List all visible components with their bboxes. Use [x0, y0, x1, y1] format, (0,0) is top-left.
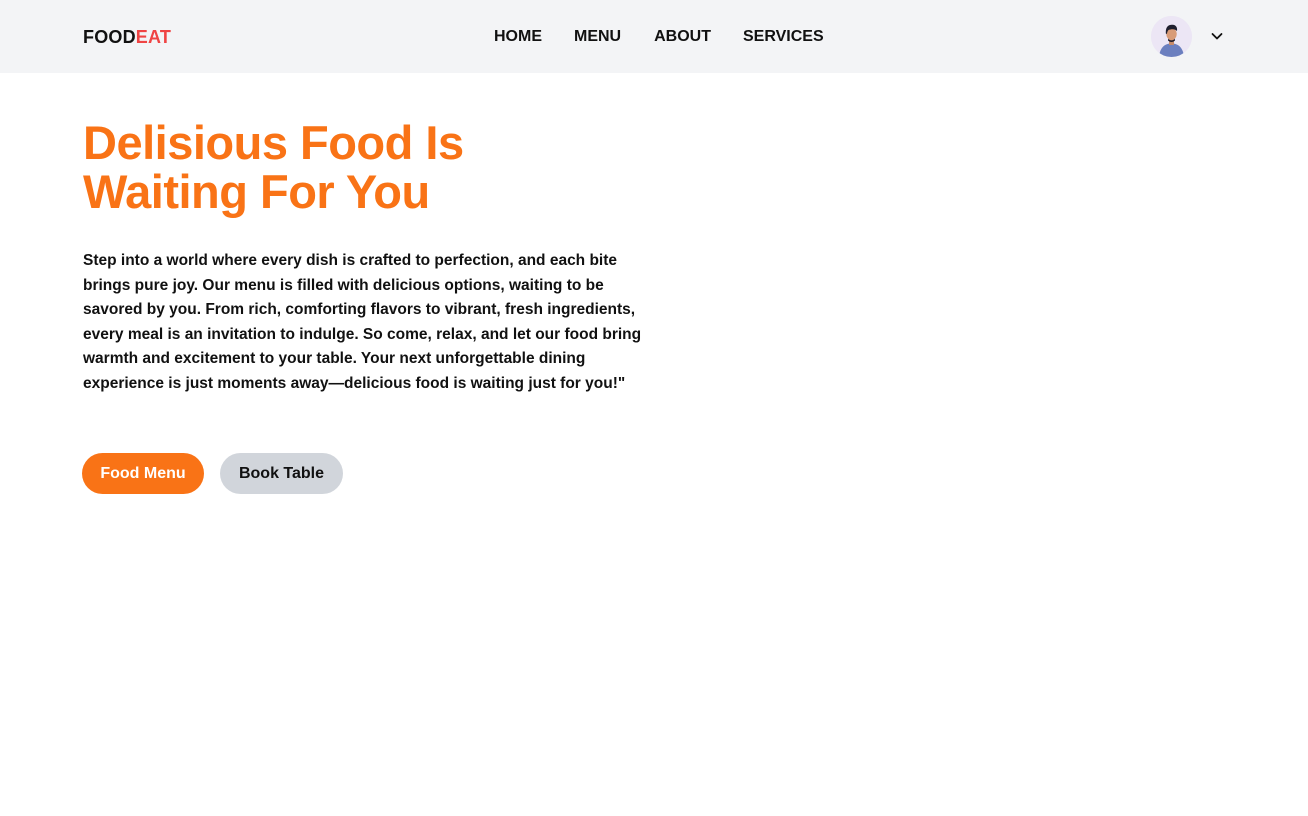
main-nav: HOME MENU ABOUT SERVICES	[494, 26, 824, 48]
chevron-down-icon[interactable]	[1209, 28, 1225, 44]
user-avatar-icon	[1151, 16, 1192, 57]
hero-title-line-1: Delisious Food Is	[83, 116, 464, 169]
hero-title-line-2: Waiting For You	[83, 165, 430, 218]
top-navbar: FOODEAT HOME MENU ABOUT SERVICES	[0, 0, 1308, 73]
brand-name-main: FOOD	[83, 27, 136, 47]
nav-item-services[interactable]: SERVICES	[743, 26, 824, 48]
nav-item-menu[interactable]: MENU	[574, 26, 621, 48]
nav-item-about[interactable]: ABOUT	[654, 26, 711, 48]
book-table-button[interactable]: Book Table	[220, 453, 343, 494]
nav-item-home[interactable]: HOME	[494, 26, 542, 48]
brand-name-accent: EAT	[135, 27, 172, 47]
user-avatar[interactable]	[1151, 16, 1192, 57]
hero-title: Delisious Food Is Waiting For You	[83, 118, 603, 216]
hero-description: Step into a world where every dish is cr…	[83, 252, 642, 392]
brand-logo[interactable]: FOODEAT	[83, 26, 171, 48]
food-menu-button[interactable]: Food Menu	[82, 453, 204, 494]
